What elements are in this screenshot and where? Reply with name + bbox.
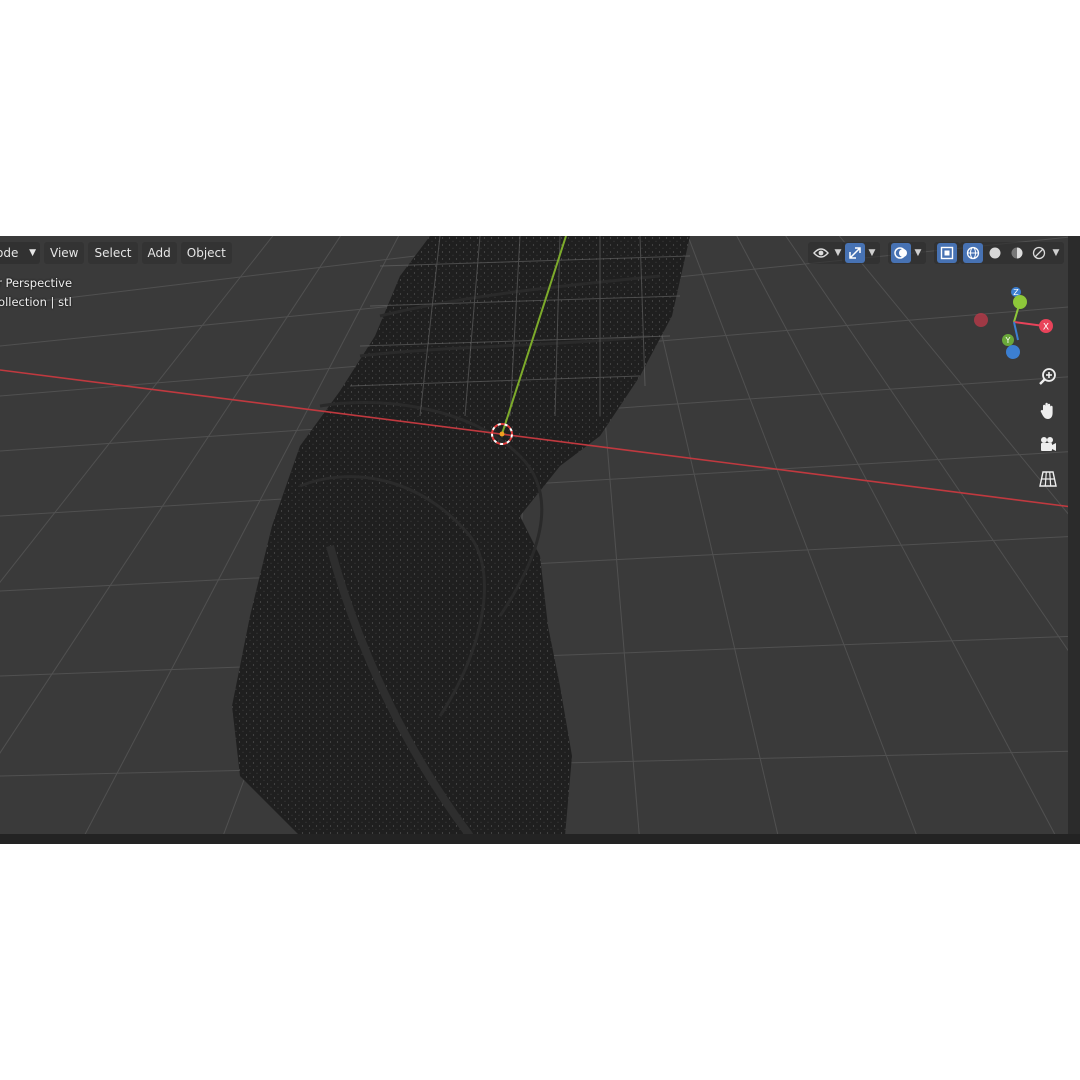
xray-icon	[937, 243, 957, 263]
gizmo-neg-x-handle[interactable]	[974, 313, 988, 327]
shading-modes: ▼	[960, 242, 1064, 264]
gizmo-toggle[interactable]: ▼	[842, 242, 880, 264]
transform-gizmo-icon	[845, 243, 865, 263]
mode-selector[interactable]: ode ▼	[0, 242, 40, 264]
zoom-icon[interactable]	[1035, 364, 1061, 390]
3d-viewport[interactable]: ode ▼ View Select Add Object ▼ ▼ ▼	[0, 236, 1080, 844]
view-name: er Perspective	[0, 276, 73, 290]
gizmo-z-handle[interactable]	[1006, 345, 1020, 359]
collection-label: Collection | stl	[0, 295, 72, 309]
material-shading-icon[interactable]	[1007, 243, 1027, 263]
chevron-down-icon: ▼	[29, 248, 36, 258]
sidebar-edge[interactable]	[1068, 236, 1080, 844]
grid-icon[interactable]	[1035, 466, 1061, 492]
solid-shading-icon[interactable]	[985, 243, 1005, 263]
chevron-down-icon: ▼	[914, 248, 922, 258]
mode-label: ode	[0, 246, 19, 260]
gizmo-y-handle[interactable]	[1013, 295, 1027, 309]
sculpt-mesh[interactable]	[232, 236, 690, 839]
overlays-icon	[891, 243, 911, 263]
menu-object[interactable]: Object	[180, 242, 232, 264]
gizmo-x-label: X	[1043, 323, 1049, 333]
overlays-toggle[interactable]: ▼	[888, 242, 926, 264]
bottom-editor-edge	[0, 834, 1080, 844]
viewport-navigation-tools	[1035, 364, 1061, 492]
eye-icon	[811, 243, 831, 263]
rendered-shading-icon[interactable]	[1029, 243, 1049, 263]
gizmo-y-label: Y	[1005, 336, 1011, 345]
navigation-gizmo[interactable]: Z X Y	[972, 280, 1056, 364]
xray-toggle[interactable]	[934, 242, 960, 264]
hand-pan-icon[interactable]	[1035, 398, 1061, 424]
wireframe-shading-icon[interactable]	[963, 243, 983, 263]
chevron-down-icon[interactable]: ▼	[1051, 248, 1061, 258]
viewport-scene[interactable]	[0, 236, 1080, 844]
menu-view[interactable]: View	[44, 242, 85, 264]
menu-add[interactable]: Add	[141, 242, 177, 264]
viewport-header: ode ▼ View Select Add Object ▼ ▼ ▼	[0, 236, 1080, 268]
visibility-toggle[interactable]: ▼	[808, 242, 846, 264]
camera-icon[interactable]	[1035, 432, 1061, 458]
header-menu: View Select Add Object	[44, 242, 232, 264]
menu-select[interactable]: Select	[88, 242, 138, 264]
chevron-down-icon: ▼	[868, 248, 876, 258]
